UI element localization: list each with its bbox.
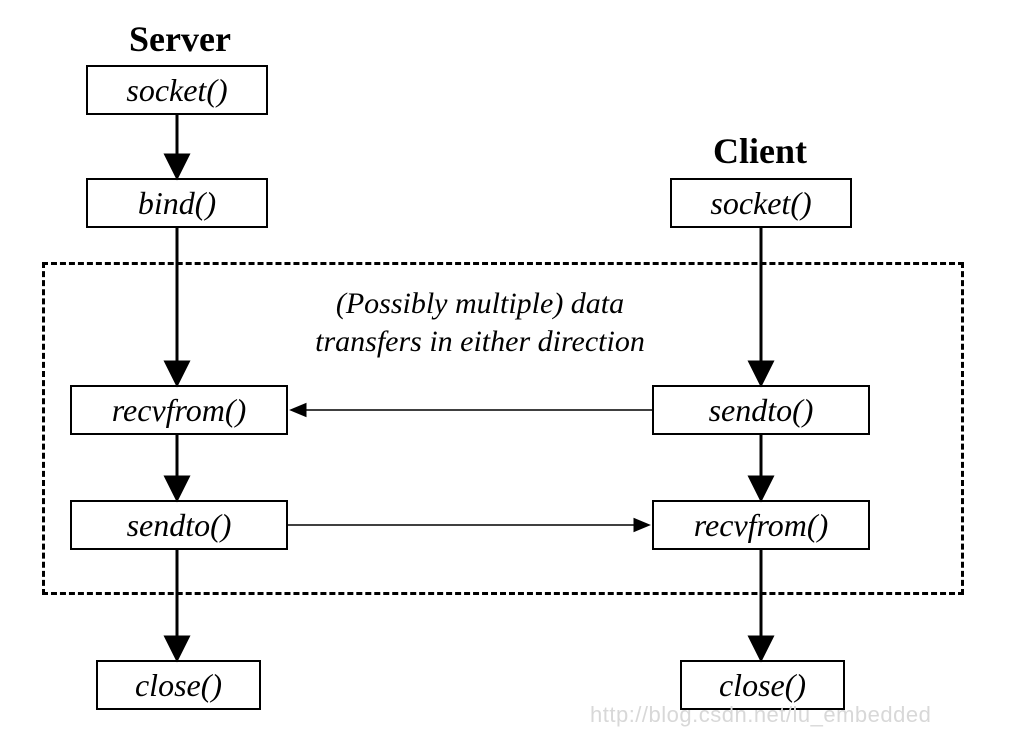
diagram-canvas: Server Client socket() bind() recvfrom()… (0, 0, 1024, 740)
annotation-line-2: transfers in either direction (315, 325, 645, 358)
watermark-text: http://blog.csdn.net/lu_embedded (590, 702, 931, 728)
server-recvfrom-node: recvfrom() (70, 385, 288, 435)
server-heading: Server (100, 18, 260, 60)
server-socket-node: socket() (86, 65, 268, 115)
client-recvfrom-node: recvfrom() (652, 500, 870, 550)
client-sendto-node: sendto() (652, 385, 870, 435)
client-heading: Client (685, 130, 835, 172)
server-sendto-node: sendto() (70, 500, 288, 550)
server-bind-node: bind() (86, 178, 268, 228)
server-close-node: close() (96, 660, 261, 710)
client-socket-node: socket() (670, 178, 852, 228)
annotation-line-1: (Possibly multiple) data (336, 287, 624, 320)
transfer-annotation: (Possibly multiple) data transfers in ei… (280, 285, 680, 360)
